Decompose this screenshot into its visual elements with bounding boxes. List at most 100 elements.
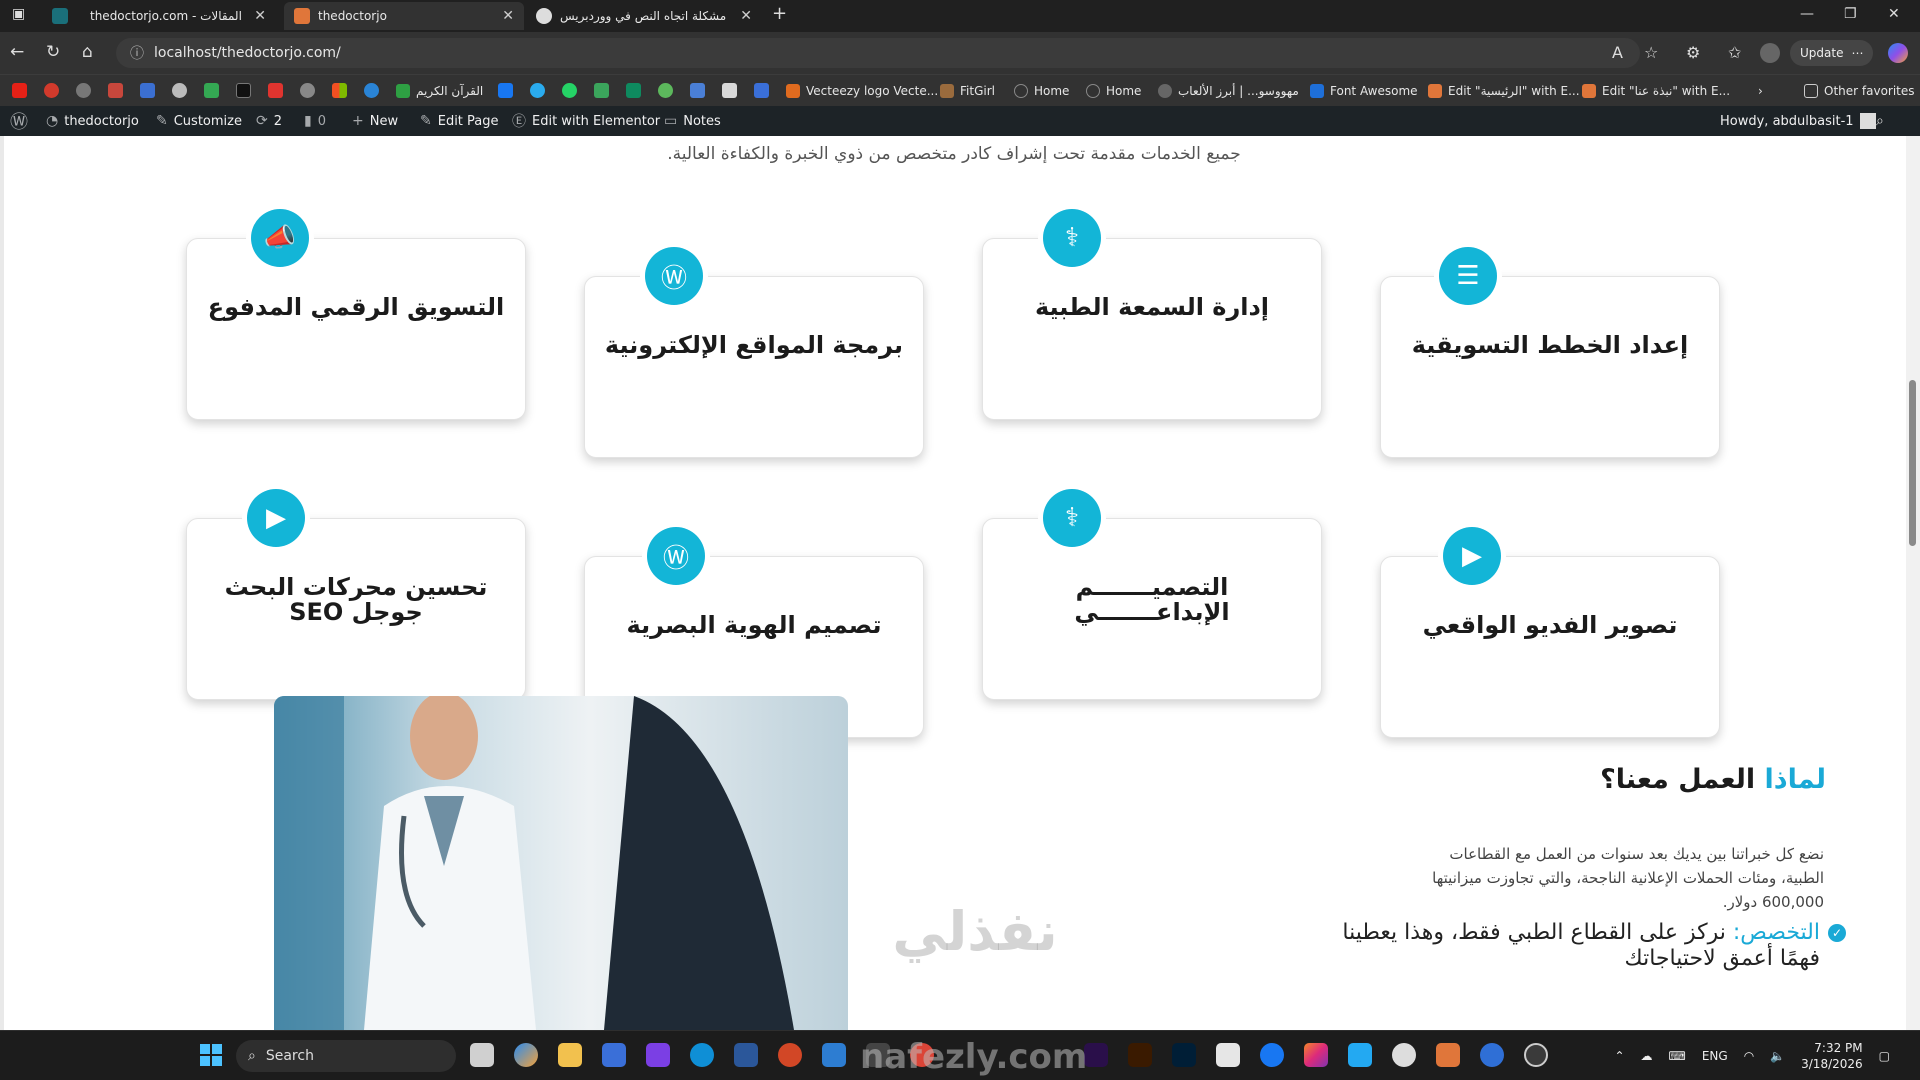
teams-icon[interactable] xyxy=(646,1043,670,1067)
copilot-icon[interactable] xyxy=(514,1043,538,1067)
taskbar-search[interactable]: ⌕ Search xyxy=(236,1040,456,1072)
onedrive-icon[interactable]: ☁ xyxy=(1641,1049,1653,1063)
telegram-icon[interactable] xyxy=(530,83,545,98)
search-icon[interactable]: ⌕ xyxy=(1876,106,1884,136)
update-button[interactable]: Update ⋯ xyxy=(1790,40,1874,66)
bookmark-home-2[interactable]: Home xyxy=(1086,81,1141,101)
globe-icon[interactable] xyxy=(300,83,315,98)
edge-icon[interactable] xyxy=(690,1043,714,1067)
facebook-icon[interactable] xyxy=(1260,1043,1284,1067)
wifi-icon[interactable]: ◠ xyxy=(1744,1049,1754,1063)
info-icon[interactable]: ⓘ xyxy=(130,43,144,63)
bookmark-edit-home[interactable]: Edit "الرئيسية" with E... xyxy=(1428,81,1580,101)
bookmarks-overflow-icon[interactable]: › xyxy=(1758,81,1763,101)
restore-icon[interactable]: ❐ xyxy=(1844,6,1857,22)
globe-icon[interactable] xyxy=(76,83,91,98)
scrollbar-thumb[interactable] xyxy=(1909,380,1916,546)
home-icon[interactable]: ⌂ xyxy=(82,42,93,62)
youtube-icon[interactable] xyxy=(12,83,27,98)
tab-active[interactable]: thedoctorjo ✕ xyxy=(284,2,524,30)
url-text[interactable]: localhost/thedoctorjo.com/ xyxy=(154,45,341,61)
favorite-star-icon[interactable]: ☆ xyxy=(1644,43,1658,62)
copilot-icon[interactable] xyxy=(1888,43,1908,63)
maps-icon[interactable] xyxy=(204,83,219,98)
tab-wordpress-rtl[interactable]: مشكلة اتجاه النص في ووردبريس ✕ xyxy=(526,2,762,30)
gmail-icon[interactable] xyxy=(108,83,123,98)
bookmark-icon[interactable] xyxy=(658,83,673,98)
wp-edit-elementor[interactable]: Ⓔ Edit with Elementor xyxy=(512,106,660,136)
tab-articles[interactable]: thedoctorjo.com - المقالات ✕ xyxy=(80,2,276,30)
translate-icon[interactable] xyxy=(140,83,155,98)
clock[interactable]: 7:32 PM 3/18/2026 xyxy=(1801,1040,1863,1072)
back-icon[interactable]: ← xyxy=(10,42,24,62)
paint-icon[interactable] xyxy=(1216,1043,1240,1067)
wp-notes[interactable]: ▭ Notes xyxy=(664,106,721,136)
bookmark-icon[interactable] xyxy=(754,83,769,98)
tab-pinned[interactable] xyxy=(42,2,72,30)
app-icon[interactable] xyxy=(1392,1043,1416,1067)
service-card-seo[interactable]: ▶ تحسين محركات البحث جوجل SEO xyxy=(186,489,526,700)
bookmark-icon[interactable] xyxy=(594,83,609,98)
wp-comments[interactable]: ▮ 0 xyxy=(304,106,326,136)
wp-edit-page[interactable]: ✎ Edit Page xyxy=(420,106,499,136)
bookmark-games[interactable]: مهووسو... | أبرز الألعاب xyxy=(1158,81,1299,101)
window-menu-icon[interactable]: ▣ xyxy=(12,6,25,22)
windows-start-icon[interactable] xyxy=(200,1044,222,1066)
bookmark-icon[interactable] xyxy=(268,83,283,98)
close-window-icon[interactable]: ✕ xyxy=(1888,6,1900,22)
more-icon[interactable]: ⋯ xyxy=(1851,46,1863,60)
minimize-icon[interactable]: — xyxy=(1800,6,1814,22)
close-icon[interactable]: ✕ xyxy=(254,8,266,24)
chrome-icon[interactable] xyxy=(172,83,187,98)
store-icon[interactable] xyxy=(602,1043,626,1067)
instagram-icon[interactable] xyxy=(1304,1043,1328,1067)
bookmark-icon[interactable] xyxy=(626,83,641,98)
facebook-icon[interactable] xyxy=(498,83,513,98)
word-icon[interactable] xyxy=(734,1043,758,1067)
photoshop-icon[interactable] xyxy=(1172,1043,1196,1067)
service-card-medical-reputation[interactable]: ⚕ إدارة السمعة الطبية xyxy=(982,209,1322,420)
powerpoint-icon[interactable] xyxy=(778,1043,802,1067)
service-card-creative-design[interactable]: ⚕ التصميـــــــم الإبداعـــــــي xyxy=(982,489,1322,700)
bookmark-home-1[interactable]: Home xyxy=(1014,81,1069,101)
extensions-icon[interactable]: ⚙ xyxy=(1686,43,1700,62)
file-explorer-icon[interactable] xyxy=(558,1043,582,1067)
volume-icon[interactable]: 🔈 xyxy=(1770,1049,1785,1063)
wp-new[interactable]: + New xyxy=(352,106,398,136)
bookmark-fitgirl[interactable]: FitGirl xyxy=(940,81,995,101)
app-icon[interactable] xyxy=(822,1043,846,1067)
service-card-paid-marketing[interactable]: 📣 التسويق الرقمي المدفوع xyxy=(186,209,526,420)
close-icon[interactable]: ✕ xyxy=(502,8,514,24)
page-scrollbar[interactable] xyxy=(1906,136,1920,1030)
bookmark-vecteezy[interactable]: Vecteezy logo Vecte... xyxy=(786,81,938,101)
other-favorites[interactable]: Other favorites xyxy=(1804,81,1915,101)
reload-icon[interactable]: ↻ xyxy=(46,42,60,62)
cloud-icon[interactable] xyxy=(364,83,379,98)
unsplash-icon[interactable] xyxy=(236,83,251,98)
chevron-up-icon[interactable]: ⌃ xyxy=(1614,1049,1624,1063)
premiere-icon[interactable] xyxy=(1084,1043,1108,1067)
language-indicator[interactable]: ENG xyxy=(1702,1049,1728,1063)
favorites-icon[interactable]: ✩ xyxy=(1728,43,1741,62)
profile-avatar[interactable] xyxy=(1760,43,1780,63)
service-card-web-dev[interactable]: Ⓦ برمجة المواقع الإلكترونية xyxy=(584,247,924,458)
bookmark-icon[interactable] xyxy=(44,83,59,98)
microsoft-icon[interactable] xyxy=(332,83,347,98)
bookmark-icon[interactable] xyxy=(690,83,705,98)
wp-account[interactable]: Howdy, abdulbasit-1 xyxy=(1720,106,1876,136)
notification-icon[interactable]: ▢ xyxy=(1879,1049,1890,1063)
bookmark-edit-about[interactable]: Edit "نبذة عنا" with E... xyxy=(1582,81,1730,101)
close-icon[interactable]: ✕ xyxy=(740,8,752,24)
bookmark-font-awesome[interactable]: Font Awesome xyxy=(1310,81,1418,101)
service-card-marketing-plans[interactable]: ☰ إعداد الخطط التسويقية xyxy=(1380,247,1720,458)
bookmark-quran[interactable]: القرآن الكريم xyxy=(396,81,483,101)
new-tab-button[interactable]: + xyxy=(772,3,787,24)
illustrator-icon[interactable] xyxy=(1128,1043,1152,1067)
service-card-video-production[interactable]: ▶ تصوير الفديو الواقعي xyxy=(1380,527,1720,738)
wordpress-logo-icon[interactable]: Ⓦ xyxy=(10,106,28,136)
read-aloud-icon[interactable]: A xyxy=(1612,43,1623,62)
whatsapp-icon[interactable] xyxy=(562,83,577,98)
keyboard-icon[interactable]: ⌨ xyxy=(1669,1049,1686,1063)
wp-site-link[interactable]: ◔ thedoctorjo xyxy=(46,106,139,136)
bookmark-icon[interactable] xyxy=(722,83,737,98)
